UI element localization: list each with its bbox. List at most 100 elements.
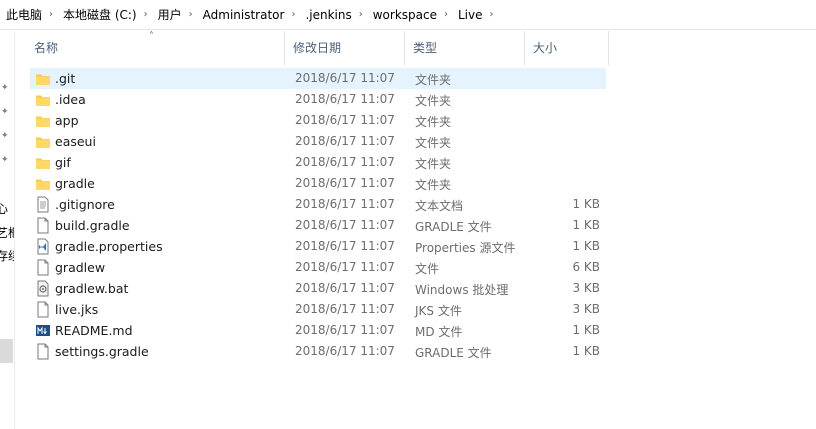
file-type: 文本文档 [415,199,464,213]
address-bar[interactable]: 此电脑 › 本地磁盘 (C:) › 用户 › Administrator › .… [0,0,816,30]
file-size: 3 KB [572,281,600,295]
chevron-right-icon[interactable]: › [287,9,299,20]
chevron-right-icon[interactable]: › [45,9,57,20]
file-icon [35,259,51,276]
chevron-right-icon[interactable]: › [486,9,498,20]
file-name: app [55,113,79,128]
breadcrumb-item-workspace[interactable]: workspace [367,8,440,22]
pin-icon: ✦ [1,131,9,141]
vs-file-icon [35,238,51,255]
file-type: 文件夹 [415,178,452,192]
file-size: 3 KB [572,302,600,316]
column-size-label: 大小 [533,41,558,55]
file-size: 1 KB [572,344,600,358]
file-date: 2018/6/17 11:07 [295,134,395,148]
file-type: MD 文件 [415,325,463,339]
file-date: 2018/6/17 11:07 [295,155,395,169]
file-icon [35,301,51,318]
file-row[interactable]: gif 2018/6/17 11:07 文件夹 [30,152,606,173]
file-date: 2018/6/17 11:07 [295,92,395,106]
file-date: 2018/6/17 11:07 [295,113,395,127]
sort-ascending-icon: ˄ [149,31,154,42]
pin-icon: ✦ [1,107,9,117]
breadcrumb-item-live[interactable]: Live [452,8,486,22]
file-type: Properties 源文件 [415,241,516,255]
pin-icon: ✦ [1,83,9,93]
file-icon [35,343,51,360]
file-row[interactable]: gradlew.bat 2018/6/17 11:07 Windows 批处理 3 K… [30,278,606,299]
file-date: 2018/6/17 11:07 [295,71,395,85]
column-header-size[interactable]: 大小 [525,31,609,65]
text-file-icon [35,196,51,213]
file-row[interactable]: live.jks 2018/6/17 11:07 JKS 文件 3 KB [30,299,606,320]
file-size: 6 KB [572,260,600,274]
nav-item-selected[interactable] [0,339,13,363]
file-type: GRADLE 文件 [415,346,492,360]
file-date: 2018/6/17 11:07 [295,323,395,337]
file-row[interactable]: README.md 2018/6/17 11:07 MD 文件 1 KB [30,320,606,341]
chevron-right-icon[interactable]: › [440,9,452,20]
folder-icon [35,154,51,171]
file-name: gradlew [55,260,106,275]
column-header-modified[interactable]: 修改日期 [285,31,405,65]
file-type: 文件夹 [415,136,452,150]
breadcrumb-item-users[interactable]: 用户 [152,6,185,23]
file-type: Windows 批处理 [415,283,509,297]
column-header-name[interactable]: 名称 ˄ [26,31,285,65]
file-date: 2018/6/17 11:07 [295,281,395,295]
file-date: 2018/6/17 11:07 [295,239,395,253]
file-name: settings.gradle [55,344,149,359]
markdown-file-icon [35,322,51,339]
column-header-type[interactable]: 类型 [405,31,525,65]
nav-item-label[interactable]: 存续 [0,247,14,264]
navigation-pane[interactable]: ✦ ✦ ✦ ✦ 心 艺框 存续 [0,31,15,429]
file-size: 1 KB [572,323,600,337]
file-date: 2018/6/17 11:07 [295,176,395,190]
file-type: 文件夹 [415,94,452,108]
file-row[interactable]: app 2018/6/17 11:07 文件夹 [30,110,606,131]
file-type: 文件夹 [415,115,452,129]
file-row[interactable]: gradle.properties 2018/6/17 11:07 Properti… [30,236,606,257]
file-row[interactable]: .idea 2018/6/17 11:07 文件夹 [30,89,606,110]
file-size: 1 KB [572,218,600,232]
chevron-right-icon[interactable]: › [355,9,367,20]
breadcrumb-item-administrator[interactable]: Administrator [197,8,288,22]
breadcrumb-item-c-drive[interactable]: 本地磁盘 (C:) [57,6,140,23]
breadcrumb-item-this-pc[interactable]: 此电脑 [0,6,45,23]
column-type-label: 类型 [413,41,438,55]
file-date: 2018/6/17 11:07 [295,197,395,211]
file-row[interactable]: easeui 2018/6/17 11:07 文件夹 [30,131,606,152]
file-date: 2018/6/17 11:07 [295,302,395,316]
file-name: gradle.properties [55,239,163,254]
file-row[interactable]: .git 2018/6/17 11:07 文件夹 [30,68,606,89]
chevron-right-icon[interactable]: › [140,9,152,20]
folder-icon [35,175,51,192]
file-row[interactable]: settings.gradle 2018/6/17 11:07 GRADLE 文件 1… [30,341,606,362]
file-date: 2018/6/17 11:07 [295,344,395,358]
column-name-label: 名称 [34,41,59,55]
file-row[interactable]: .gitignore 2018/6/17 11:07 文本文档 1 KB [30,194,606,215]
chevron-right-icon[interactable]: › [185,9,197,20]
file-type: 文件 [415,262,440,276]
file-name: .gitignore [55,197,115,212]
file-name: .idea [55,92,86,107]
folder-icon [35,133,51,150]
file-type: GRADLE 文件 [415,220,492,234]
file-size: 1 KB [572,239,600,253]
file-name: README.md [55,323,133,338]
file-row[interactable]: build.gradle 2018/6/17 11:07 GRADLE 文件 1 KB [30,215,606,236]
nav-item-label[interactable]: 心 [0,200,8,217]
file-date: 2018/6/17 11:07 [295,260,395,274]
file-name: build.gradle [55,218,130,233]
file-name: easeui [55,134,96,149]
file-row[interactable]: gradle 2018/6/17 11:07 文件夹 [30,173,606,194]
file-row[interactable]: gradlew 2018/6/17 11:07 文件 6 KB [30,257,606,278]
folder-icon [35,112,51,129]
folder-icon [35,70,51,87]
column-modified-label: 修改日期 [293,41,342,55]
breadcrumb-item-jenkins[interactable]: .jenkins [299,8,354,22]
file-date: 2018/6/17 11:07 [295,218,395,232]
nav-item-label[interactable]: 艺框 [0,224,14,241]
file-type: 文件夹 [415,73,452,87]
pin-icon: ✦ [1,155,9,165]
